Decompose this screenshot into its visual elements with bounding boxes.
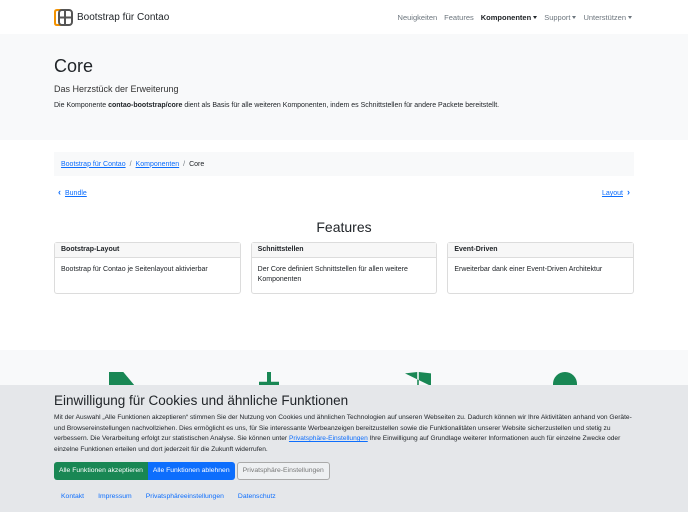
brand-link[interactable]: Bootstrap für Contao <box>54 8 170 26</box>
logo-icon <box>54 8 73 26</box>
breadcrumb-sep: / <box>183 160 186 168</box>
card-title: Schnittstellen <box>251 243 437 258</box>
card-body: Erweiterbar dank einer Event-Driven Arch… <box>454 266 603 273</box>
footer-links: Kontakt Impressum Privatsphäreeinstellun… <box>61 493 627 500</box>
nav-support-label: Support <box>544 12 571 22</box>
breadcrumb: Bootstrap für Contao / Komponenten / Core <box>54 152 634 176</box>
footer-datenschutz[interactable]: Datenschutz <box>238 493 276 500</box>
feature-card: Event-Driven Erweiterbar dank einer Event… <box>447 242 635 294</box>
nav-support[interactable]: Support <box>544 13 576 22</box>
cookie-title: Einwilligung für Cookies und ähnliche Fu… <box>54 393 349 408</box>
desc-bold: contao-bootstrap/core <box>108 102 183 109</box>
footer-kontakt[interactable]: Kontakt <box>61 493 84 500</box>
card-title: Event-Driven <box>448 243 634 258</box>
nav-neuigkeiten[interactable]: Neuigkeiten <box>398 13 438 22</box>
chevron-right-icon: › <box>627 187 630 197</box>
chevron-left-icon: ‹ <box>58 187 61 197</box>
page-description: Die Komponente contao-bootstrap/core die… <box>54 102 634 109</box>
prev-label[interactable]: Bundle <box>65 190 87 197</box>
navbar: Bootstrap für Contao Neuigkeiten Feature… <box>0 0 688 34</box>
footer-impressum[interactable]: Impressum <box>98 493 132 500</box>
breadcrumb-komponenten[interactable]: Komponenten <box>136 161 180 168</box>
breadcrumb-sep: / <box>129 160 132 168</box>
breadcrumb-home[interactable]: Bootstrap für Contao <box>61 161 126 168</box>
hero: Core Das Herzstück der Erweiterung Die K… <box>0 34 688 140</box>
next-link[interactable]: Layout › <box>602 187 634 197</box>
privacy-settings-button[interactable]: Privatsphäre-Einstellungen <box>236 461 330 480</box>
reject-all-button[interactable]: Alle Funktionen ablehnen <box>147 461 235 480</box>
privacy-settings-link[interactable]: Privatsphäre-Einstellungen <box>289 435 368 442</box>
accept-all-button[interactable]: Alle Funktionen akzeptieren <box>54 461 148 480</box>
cookie-text: Mit der Auswahl „Alle Funktionen akzepti… <box>54 413 634 456</box>
desc-post: dient als Basis für alle weiteren Kompon… <box>182 102 500 109</box>
next-label[interactable]: Layout <box>602 190 623 197</box>
nav-komponenten-label: Komponenten <box>480 12 532 22</box>
card-title: Bootstrap-Layout <box>55 243 240 258</box>
page-lead: Das Herzstück der Erweiterung <box>54 84 179 94</box>
brand-name: Bootstrap für Contao <box>77 11 170 23</box>
breadcrumb-current: Core <box>189 160 205 168</box>
footer-privacy-settings[interactable]: Privatsphäreeinstellungen <box>146 493 224 500</box>
desc-pre: Die Komponente <box>54 102 109 109</box>
card-body: Der Core definiert Schnittstellen für al… <box>257 266 408 284</box>
card-body: Bootstrap für Contao je Seitenlayout akt… <box>61 266 208 273</box>
feature-card: Bootstrap-Layout Bootstrap für Contao je … <box>54 242 241 294</box>
page-title: Core <box>54 56 94 76</box>
cookie-banner: Einwilligung für Cookies und ähnliche Fu… <box>0 385 688 512</box>
nav-unterstuetzen[interactable]: Unterstützen <box>583 13 632 22</box>
nav-features[interactable]: Features <box>444 13 474 22</box>
prev-link[interactable]: ‹ Bundle <box>54 187 87 197</box>
features-heading: Features <box>316 219 372 235</box>
feature-card: Schnittstellen Der Core definiert Schnitt… <box>250 242 438 294</box>
nav-komponenten[interactable]: Komponenten <box>481 13 537 22</box>
nav-unterstuetzen-label: Unterstützen <box>583 12 626 22</box>
